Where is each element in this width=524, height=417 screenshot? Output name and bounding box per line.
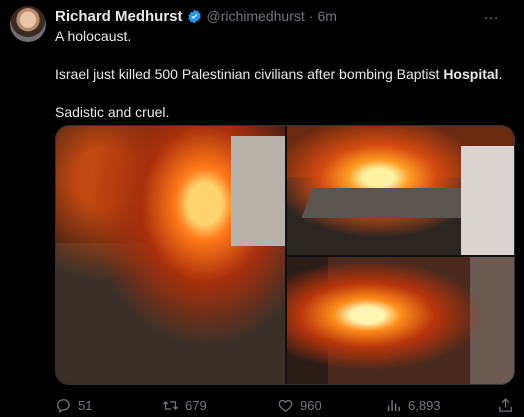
highlighted-word: Hospital [443,66,499,82]
tweet-text: A holocaust. Israel just killed 500 Pale… [55,27,512,122]
photo-1[interactable] [56,126,285,384]
reply-count: 51 [78,397,93,413]
verified-badge-icon [187,9,202,24]
author-name[interactable]: Richard Medhurst [55,8,183,25]
retweet-count: 679 [185,397,207,413]
like-button[interactable]: 960 [277,397,322,414]
timestamp[interactable]: 6m [317,8,336,24]
separator-dot: · [308,8,314,24]
photo-2[interactable] [287,126,514,255]
retweet-icon [162,400,179,410]
reply-button[interactable]: 51 [55,397,92,414]
like-count: 960 [300,397,322,413]
tweet-line-1: A holocaust. [55,28,132,44]
photo-3[interactable] [287,257,514,384]
author-handle[interactable]: @richimedhurst [207,8,305,24]
tweet-line-2: Israel just killed 500 Palestinian civil… [55,66,503,82]
avatar[interactable] [10,6,46,42]
views-count: 6,893 [408,397,441,413]
tweet-line-3: Sadistic and cruel. [55,104,170,120]
tweet-header: Richard Medhurst @richimedhurst · 6m … [55,6,514,26]
heart-icon [278,399,293,412]
share-button[interactable] [497,397,514,414]
more-options-icon[interactable]: … [483,6,500,24]
media-grid [55,125,515,385]
reply-icon [57,398,70,413]
views-button[interactable]: 6,893 [385,397,441,414]
views-icon [387,399,400,411]
retweet-button[interactable]: 679 [162,397,207,414]
action-bar: 51 679 960 6,893 [55,395,514,415]
share-icon [499,397,512,412]
